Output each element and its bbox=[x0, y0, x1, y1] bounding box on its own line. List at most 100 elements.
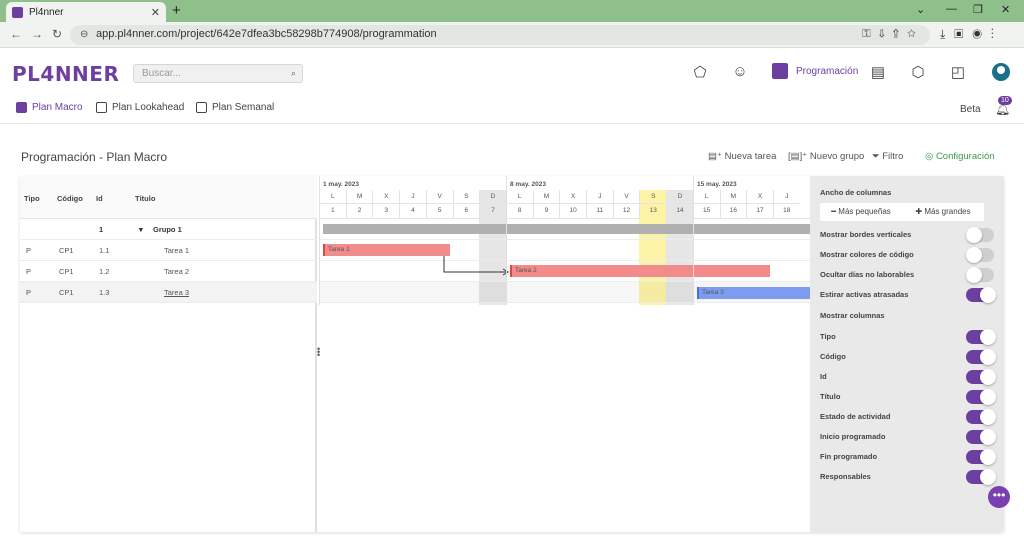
tab-title: Pl4nner bbox=[29, 6, 64, 18]
week-separator bbox=[692, 176, 694, 305]
planner-card: Tipo Código Id Título 1 ▾ Grupo 1 P CP1 … bbox=[20, 176, 1004, 532]
url-field[interactable]: ⊖ app.pl4nner.com/project/642e7dfea3bc58… bbox=[70, 25, 930, 45]
setting-row: Tipo bbox=[820, 329, 996, 345]
column-width-title: Ancho de columnas bbox=[820, 188, 892, 197]
setting-toggle[interactable] bbox=[966, 247, 994, 263]
app-header: PL4NNER Buscar... ⌕ ⬠ ☺ Programación ▤ ⬡… bbox=[0, 48, 1024, 98]
row-codigo: CP1 bbox=[59, 267, 74, 276]
row-tipo: P bbox=[26, 288, 32, 297]
col-codigo[interactable]: Código bbox=[57, 194, 83, 203]
setting-label: Estado de actividad bbox=[820, 412, 891, 421]
larger-label: Más grandes bbox=[924, 207, 971, 216]
setting-toggle[interactable] bbox=[966, 449, 996, 465]
setting-toggle[interactable] bbox=[966, 329, 996, 345]
plan-semanal-icon bbox=[196, 102, 207, 113]
setting-row: Estado de actividad bbox=[820, 409, 996, 425]
plan-macro-icon bbox=[16, 102, 27, 113]
filter-label: Filtro bbox=[882, 151, 904, 162]
setting-toggle[interactable] bbox=[966, 469, 996, 485]
week-separator bbox=[505, 176, 507, 305]
more-options-button[interactable]: ••• bbox=[988, 486, 1010, 508]
table-row[interactable]: 1 ▾ Grupo 1 bbox=[20, 219, 317, 240]
config-button[interactable]: ◎ Configuración bbox=[925, 151, 995, 162]
row-codigo: CP1 bbox=[59, 246, 74, 255]
expand-icon[interactable]: ▾ bbox=[139, 225, 143, 234]
search-input[interactable]: Buscar... ⌕ bbox=[133, 64, 303, 83]
restore-icon[interactable]: ❐ bbox=[973, 3, 983, 16]
new-task-button[interactable]: ▤⁺ Nueva tarea bbox=[708, 151, 776, 162]
table-header: Tipo Código Id Título bbox=[20, 176, 317, 219]
setting-toggle[interactable] bbox=[966, 287, 996, 303]
omnibox-actions-icon[interactable]: ⚿⇩⇪☆ bbox=[862, 28, 924, 41]
tab-plan-macro[interactable]: Plan Macro bbox=[16, 102, 83, 113]
setting-label: Id bbox=[820, 372, 827, 381]
setting-label: Fin programado bbox=[820, 452, 878, 461]
lock-icon: ⊖ bbox=[80, 29, 89, 40]
setting-row: Responsables bbox=[820, 469, 996, 485]
filter-button[interactable]: ⏷ Filtro bbox=[872, 151, 903, 162]
table-row[interactable]: P CP1 1.1 Tarea 1 bbox=[20, 240, 317, 261]
row-title[interactable]: Tarea 3 bbox=[164, 288, 189, 297]
calendar-icon bbox=[772, 63, 788, 79]
setting-label: Ocultar días no laborables bbox=[820, 270, 915, 279]
chevron-down-icon[interactable]: ⌄ bbox=[916, 3, 925, 16]
setting-toggle[interactable] bbox=[966, 369, 996, 385]
new-tab-icon[interactable]: + bbox=[172, 2, 181, 19]
setting-toggle[interactable] bbox=[966, 267, 994, 283]
setting-row: Fin programado bbox=[820, 449, 996, 465]
table-row[interactable]: P CP1 1.2 Tarea 2 bbox=[20, 261, 317, 282]
dependency-arrow bbox=[443, 256, 509, 276]
setting-row: Título bbox=[820, 389, 996, 405]
clipboard-icon[interactable]: ▤ bbox=[868, 63, 888, 83]
window-close-icon[interactable]: ✕ bbox=[1001, 3, 1010, 16]
sub-navigation: Plan Macro Plan Lookahead Plan Semanal B… bbox=[0, 96, 1024, 124]
row-title: Grupo 1 bbox=[153, 225, 182, 234]
address-bar: ← → ↻ ⊖ app.pl4nner.com/project/642e7dfe… bbox=[0, 22, 1024, 48]
forward-icon[interactable]: → bbox=[31, 27, 43, 41]
config-label: Configuración bbox=[935, 151, 995, 162]
setting-toggle[interactable] bbox=[966, 227, 994, 243]
extensions-icon[interactable]: ⤓▣◉⋮ bbox=[940, 27, 1003, 42]
setting-toggle[interactable] bbox=[966, 349, 996, 365]
col-id[interactable]: Id bbox=[96, 194, 103, 203]
table-row[interactable]: P CP1 1.3 Tarea 3 bbox=[20, 282, 317, 303]
setting-toggle[interactable] bbox=[966, 429, 996, 445]
setting-row: Estirar activas atrasadas bbox=[820, 287, 996, 303]
row-title: Tarea 2 bbox=[164, 267, 190, 276]
back-icon[interactable]: ← bbox=[10, 27, 22, 41]
gantt-chart: 1 may. 2023 8 may. 2023 15 may. 2023 L1M… bbox=[319, 176, 810, 532]
row-tipo: P bbox=[26, 246, 32, 255]
setting-label: Inicio programado bbox=[820, 432, 886, 441]
setting-toggle[interactable] bbox=[966, 409, 996, 425]
setting-row: Inicio programado bbox=[820, 429, 996, 445]
tab-plan-semanal[interactable]: Plan Semanal bbox=[196, 102, 274, 113]
close-icon[interactable]: ✕ bbox=[151, 6, 160, 19]
new-group-button[interactable]: [▤]⁺ Nuevo grupo bbox=[788, 151, 864, 162]
larger-button[interactable]: ✚ Más grandes bbox=[902, 203, 984, 221]
setting-label: Estirar activas atrasadas bbox=[820, 290, 909, 299]
row-id: 1 bbox=[99, 225, 104, 234]
hexagon-icon[interactable]: ⬡ bbox=[908, 63, 928, 83]
team-icon[interactable]: ☺ bbox=[730, 63, 750, 83]
reload-icon[interactable]: ↻ bbox=[52, 27, 62, 41]
chart-icon[interactable]: ◰ bbox=[948, 63, 968, 83]
col-tipo[interactable]: Tipo bbox=[24, 194, 40, 203]
setting-label: Responsables bbox=[820, 472, 871, 481]
logo[interactable]: PL4NNER bbox=[12, 62, 119, 86]
smaller-button[interactable]: ━ Más pequeñas bbox=[820, 203, 902, 221]
setting-label: Código bbox=[820, 352, 846, 361]
nav-programacion[interactable]: Programación bbox=[772, 63, 858, 79]
favicon-icon bbox=[12, 6, 23, 18]
browser-tab[interactable]: Pl4nner ✕ bbox=[6, 2, 166, 22]
avatar[interactable] bbox=[992, 63, 1010, 81]
tab-plan-lookahead[interactable]: Plan Lookahead bbox=[96, 102, 184, 113]
col-titulo[interactable]: Título bbox=[135, 194, 155, 203]
row-codigo: CP1 bbox=[59, 288, 74, 297]
pentagon-icon[interactable]: ⬠ bbox=[690, 63, 710, 83]
columns-title: Mostrar columnas bbox=[820, 311, 885, 320]
minimize-icon[interactable]: — bbox=[946, 3, 957, 15]
setting-toggle[interactable] bbox=[966, 389, 996, 405]
smaller-label: Más pequeñas bbox=[838, 207, 891, 216]
new-group-label: Nuevo grupo bbox=[809, 151, 865, 162]
dependency-line bbox=[443, 256, 507, 273]
